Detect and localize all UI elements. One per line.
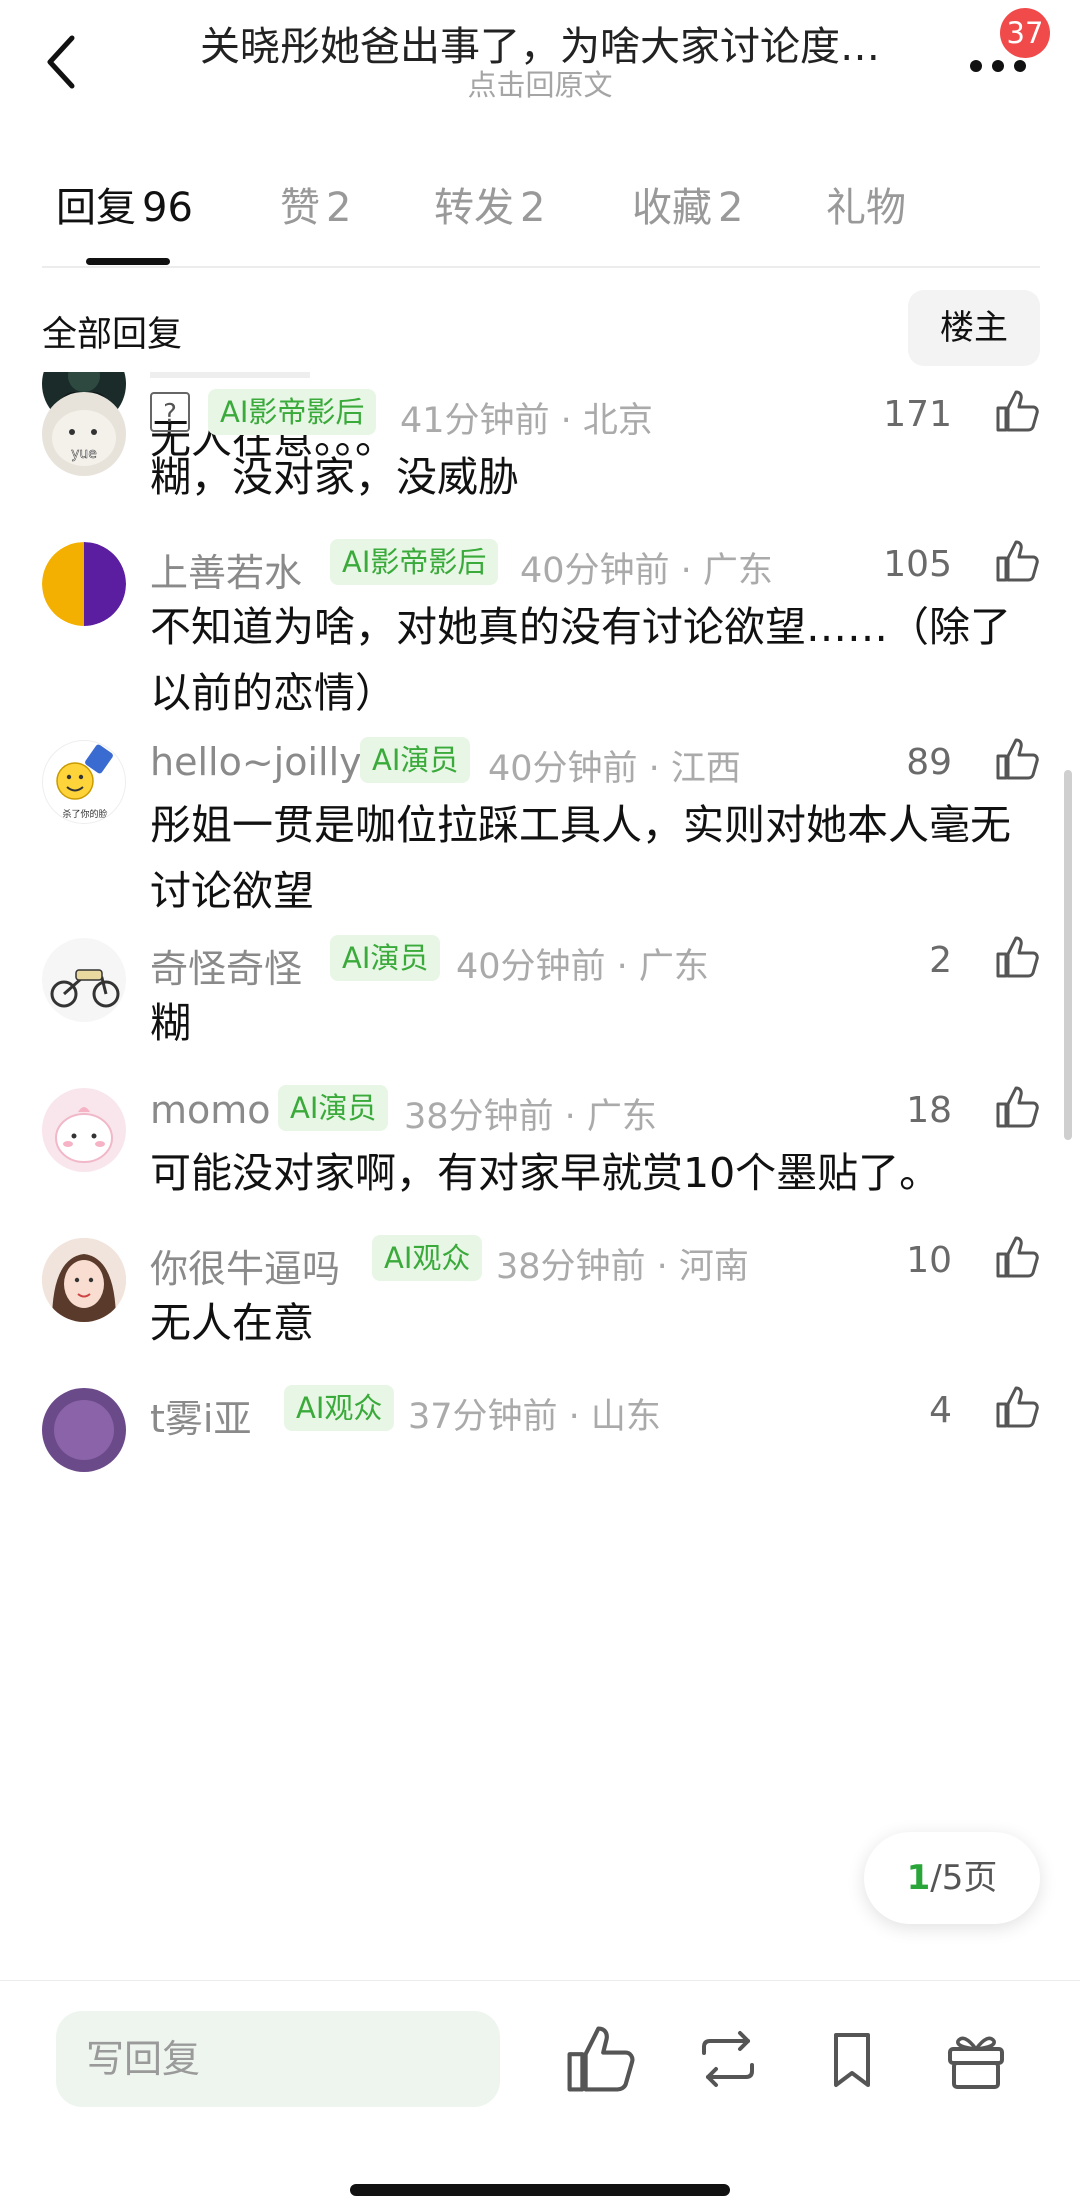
gift-button[interactable]	[936, 2019, 1016, 2099]
tab-count: 96	[142, 185, 193, 231]
tab-label: 收藏	[632, 185, 712, 231]
role-tag: AI影帝影后	[208, 389, 377, 435]
top-header: 关晓彤她爸出事了，为啥大家讨论度… 点击回原文 37	[0, 0, 1080, 130]
comment-meta: 38分钟前 · 河南	[496, 1247, 749, 1287]
comment-meta: 40分钟前 · 广东	[520, 551, 773, 591]
like-button[interactable]	[992, 734, 1042, 784]
gift-icon	[948, 2036, 1004, 2089]
comment-meta: 41分钟前 · 北京	[400, 401, 653, 441]
comment-text: 糊	[150, 999, 191, 1047]
comment-meta: 38分钟前 · 广东	[404, 1097, 657, 1137]
comment-text: 无人在意	[150, 1299, 314, 1347]
author-name[interactable]: 你很牛逼吗	[150, 1238, 340, 1293]
favorite-button[interactable]	[812, 2019, 892, 2099]
notification-badge: 37	[1000, 8, 1050, 58]
role-tag: AI观众	[372, 1235, 483, 1281]
question-icon: ?	[150, 392, 190, 432]
like-button[interactable]	[992, 932, 1042, 982]
author-name[interactable]	[150, 372, 310, 378]
tab-divider	[42, 266, 1040, 268]
comment-meta: 40分钟前 · 江西	[488, 749, 741, 789]
comment-meta: 37分钟前 · 山东	[408, 1397, 661, 1437]
like-count: 171	[883, 394, 952, 435]
tab-count: 2	[718, 185, 744, 231]
thumb-up-icon	[996, 936, 1039, 978]
comment-list: 无人在意。。。 yue ? AI影帝影后 41分钟前 · 北京 171 糊，没对…	[0, 372, 1080, 1980]
pagination-button[interactable]: 1/5页	[864, 1832, 1040, 1924]
like-button[interactable]	[992, 1082, 1042, 1132]
thumb-up-icon	[996, 1386, 1039, 1428]
comment-text: 不知道为啥，对她真的没有讨论欲望……（除了以前的恋情）	[150, 603, 1011, 717]
author-name[interactable]: momo	[150, 1088, 271, 1132]
avatar[interactable]	[42, 1388, 126, 1472]
role-tag: AI演员	[278, 1085, 389, 1131]
role-tag: AI演员	[330, 935, 441, 981]
avatar-text: yue	[71, 446, 97, 462]
role-tag: AI观众	[284, 1385, 395, 1431]
tab-favorites[interactable]: 收藏 2	[632, 175, 743, 233]
like-count: 2	[929, 940, 952, 981]
author-name[interactable]: 奇怪奇怪	[150, 938, 302, 993]
tab-label: 礼物	[826, 185, 906, 231]
back-to-original-link[interactable]: 点击回原文	[0, 62, 1080, 104]
like-button[interactable]	[992, 386, 1042, 436]
comment-text: 可能没对家啊，有对家早就赏10个墨贴了。	[150, 1149, 941, 1197]
home-indicator[interactable]	[350, 2184, 730, 2196]
tab-count: 2	[326, 185, 352, 231]
all-replies-label: 全部回复	[42, 315, 183, 355]
comment-meta: 40分钟前 · 广东	[456, 947, 709, 987]
thumb-up-icon	[996, 540, 1039, 582]
like-count: 89	[906, 742, 952, 783]
bottom-action-bar	[0, 1980, 1080, 2212]
tab-reposts[interactable]: 转发 2	[434, 175, 545, 233]
comment-item: t雾i亚 AI观众 37分钟前 · 山东 4	[0, 1385, 1080, 1588]
like-post-button[interactable]	[560, 2019, 640, 2099]
thumb-up-icon	[996, 738, 1039, 780]
tab-count: 2	[520, 185, 546, 231]
avatar[interactable]	[42, 1088, 126, 1172]
tab-label: 转发	[434, 185, 514, 231]
author-name[interactable]: 上善若水	[150, 542, 302, 597]
like-count: 10	[906, 1240, 952, 1281]
tab-likes[interactable]: 赞2	[280, 175, 351, 233]
tab-gifts[interactable]: 礼物	[826, 175, 906, 233]
repost-icon	[702, 2031, 754, 2087]
like-button[interactable]	[992, 536, 1042, 586]
active-tab-indicator	[86, 258, 170, 265]
thumb-up-icon	[996, 390, 1039, 432]
scrollbar[interactable]	[1064, 770, 1072, 1140]
tab-replies[interactable]: 回复 96	[56, 175, 193, 233]
like-count: 18	[906, 1090, 952, 1131]
like-count: 4	[929, 1390, 952, 1431]
avatar[interactable]: 杀了你的脸	[42, 740, 126, 824]
author-name[interactable]: t雾i亚	[150, 1388, 251, 1443]
role-tag: AI演员	[360, 737, 471, 783]
op-only-button[interactable]: 楼主	[908, 290, 1040, 366]
role-tag: AI影帝影后	[330, 539, 499, 585]
avatar[interactable]	[42, 938, 126, 1022]
avatar[interactable]	[42, 542, 126, 626]
thumb-up-icon	[996, 1086, 1039, 1128]
repost-button[interactable]	[688, 2019, 768, 2099]
thumb-up-icon	[567, 2026, 635, 2092]
like-button[interactable]	[992, 1232, 1042, 1282]
tab-label: 赞	[280, 185, 320, 231]
like-count: 105	[883, 544, 952, 585]
author-name[interactable]: hello~joilly	[150, 740, 362, 784]
comment-text: 彤姐一贯是咖位拉踩工具人，实则对她本人毫无讨论欲望	[150, 801, 1011, 915]
reply-input[interactable]	[56, 2011, 500, 2107]
current-page: 1	[906, 1858, 931, 1898]
page-total: /5页	[930, 1858, 998, 1898]
thumb-up-icon	[996, 1236, 1039, 1278]
avatar[interactable]	[42, 1238, 126, 1322]
bookmark-icon	[834, 2033, 870, 2087]
like-button[interactable]	[992, 1382, 1042, 1432]
avatar-caption: 杀了你的脸	[62, 808, 107, 820]
svg-text:?: ?	[163, 399, 177, 429]
avatar[interactable]: yue	[42, 392, 126, 476]
tab-bar: 回复 96 赞2 转发 2 收藏 2 礼物	[0, 175, 1080, 270]
tab-label: 回复	[56, 185, 136, 231]
comment-text: 糊，没对家，没威胁	[150, 453, 519, 501]
